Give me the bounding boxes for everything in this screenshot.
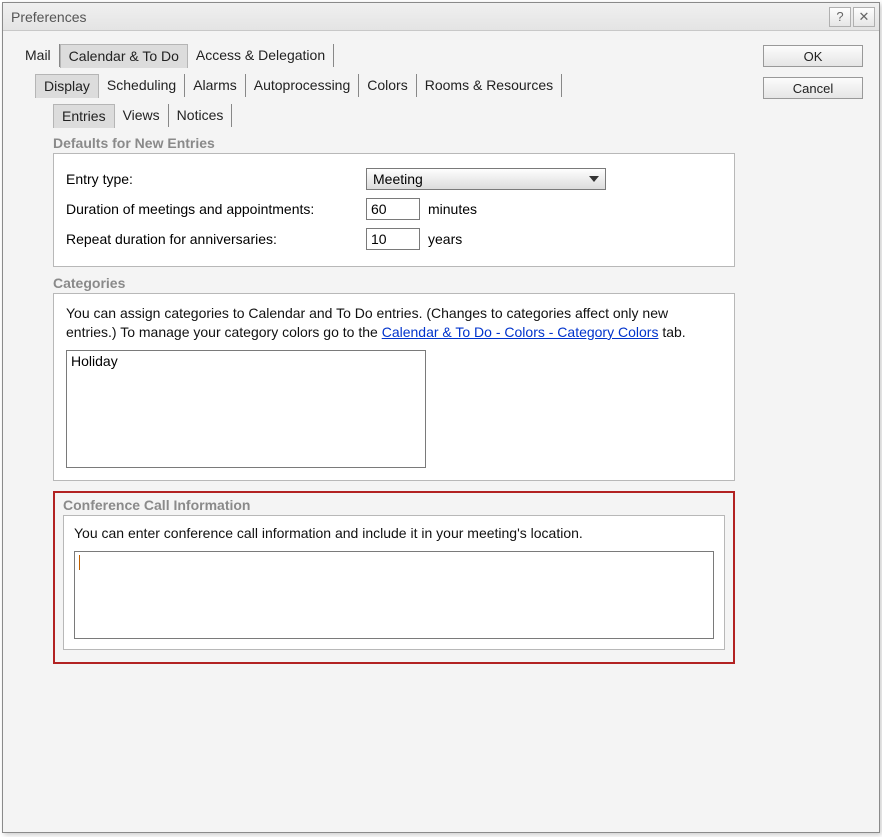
- close-button[interactable]: ✕: [853, 7, 875, 27]
- tab-scheduling[interactable]: Scheduling: [99, 74, 185, 97]
- tabs-level1: Mail Calendar & To Do Access & Delegatio…: [17, 43, 865, 67]
- categories-description: You can assign categories to Calendar an…: [66, 304, 722, 342]
- ok-button[interactable]: OK: [763, 45, 863, 67]
- tab-autoprocessing[interactable]: Autoprocessing: [246, 74, 360, 97]
- list-item[interactable]: Holiday: [71, 353, 421, 369]
- repeat-unit: years: [428, 231, 462, 247]
- tab-display[interactable]: Display: [35, 74, 99, 98]
- titlebar: Preferences ? ✕: [3, 3, 879, 31]
- repeat-input[interactable]: 10: [366, 228, 420, 250]
- entry-type-label: Entry type:: [66, 171, 366, 187]
- entry-type-select[interactable]: Meeting: [366, 168, 606, 190]
- tab-calendar-todo[interactable]: Calendar & To Do: [60, 44, 188, 68]
- tab-entries[interactable]: Entries: [53, 104, 115, 128]
- conference-textarea[interactable]: [74, 551, 714, 639]
- duration-unit: minutes: [428, 201, 477, 217]
- chevron-down-icon: [589, 176, 599, 182]
- defaults-group: Entry type: Meeting Duration of meetings…: [53, 153, 735, 267]
- entry-type-value: Meeting: [373, 171, 423, 187]
- tab-access-delegation[interactable]: Access & Delegation: [188, 44, 334, 67]
- tab-notices[interactable]: Notices: [169, 104, 233, 127]
- tabs-level2: Display Scheduling Alarms Autoprocessing…: [35, 73, 865, 97]
- help-button[interactable]: ?: [829, 7, 851, 27]
- conference-description: You can enter conference call informatio…: [74, 524, 714, 543]
- categories-colors-link[interactable]: Calendar & To Do - Colors - Category Col…: [382, 324, 659, 340]
- entry-type-row: Entry type: Meeting: [66, 164, 722, 194]
- help-icon: ?: [836, 9, 843, 24]
- duration-row: Duration of meetings and appointments: 6…: [66, 194, 722, 224]
- repeat-value: 10: [371, 231, 387, 247]
- dialog-buttons: OK Cancel: [763, 45, 865, 109]
- cancel-button[interactable]: Cancel: [763, 77, 863, 99]
- categories-group: You can assign categories to Calendar an…: [53, 293, 735, 481]
- repeat-row: Repeat duration for anniversaries: 10 ye…: [66, 224, 722, 254]
- conference-heading: Conference Call Information: [63, 497, 725, 513]
- categories-list[interactable]: Holiday: [66, 350, 426, 468]
- text-caret: [79, 555, 80, 570]
- close-icon: ✕: [859, 9, 870, 25]
- categories-desc-after: tab.: [658, 324, 685, 340]
- repeat-label: Repeat duration for anniversaries:: [66, 231, 366, 247]
- duration-value: 60: [371, 201, 387, 217]
- conference-group: You can enter conference call informatio…: [63, 515, 725, 650]
- tabs-level3: Entries Views Notices: [53, 103, 865, 127]
- client-area: OK Cancel Mail Calendar & To Do Access &…: [3, 31, 879, 832]
- conference-highlight: Conference Call Information You can ente…: [53, 491, 735, 664]
- tab-content: Defaults for New Entries Entry type: Mee…: [53, 135, 735, 664]
- window-title: Preferences: [11, 9, 827, 25]
- duration-label: Duration of meetings and appointments:: [66, 201, 366, 217]
- defaults-heading: Defaults for New Entries: [53, 135, 735, 151]
- tab-mail[interactable]: Mail: [17, 44, 60, 67]
- tab-views[interactable]: Views: [115, 104, 169, 127]
- tab-colors[interactable]: Colors: [359, 74, 416, 97]
- tab-rooms-resources[interactable]: Rooms & Resources: [417, 74, 562, 97]
- categories-heading: Categories: [53, 275, 735, 291]
- preferences-window: Preferences ? ✕ OK Cancel Mail Calendar …: [2, 2, 880, 833]
- duration-input[interactable]: 60: [366, 198, 420, 220]
- tab-alarms[interactable]: Alarms: [185, 74, 246, 97]
